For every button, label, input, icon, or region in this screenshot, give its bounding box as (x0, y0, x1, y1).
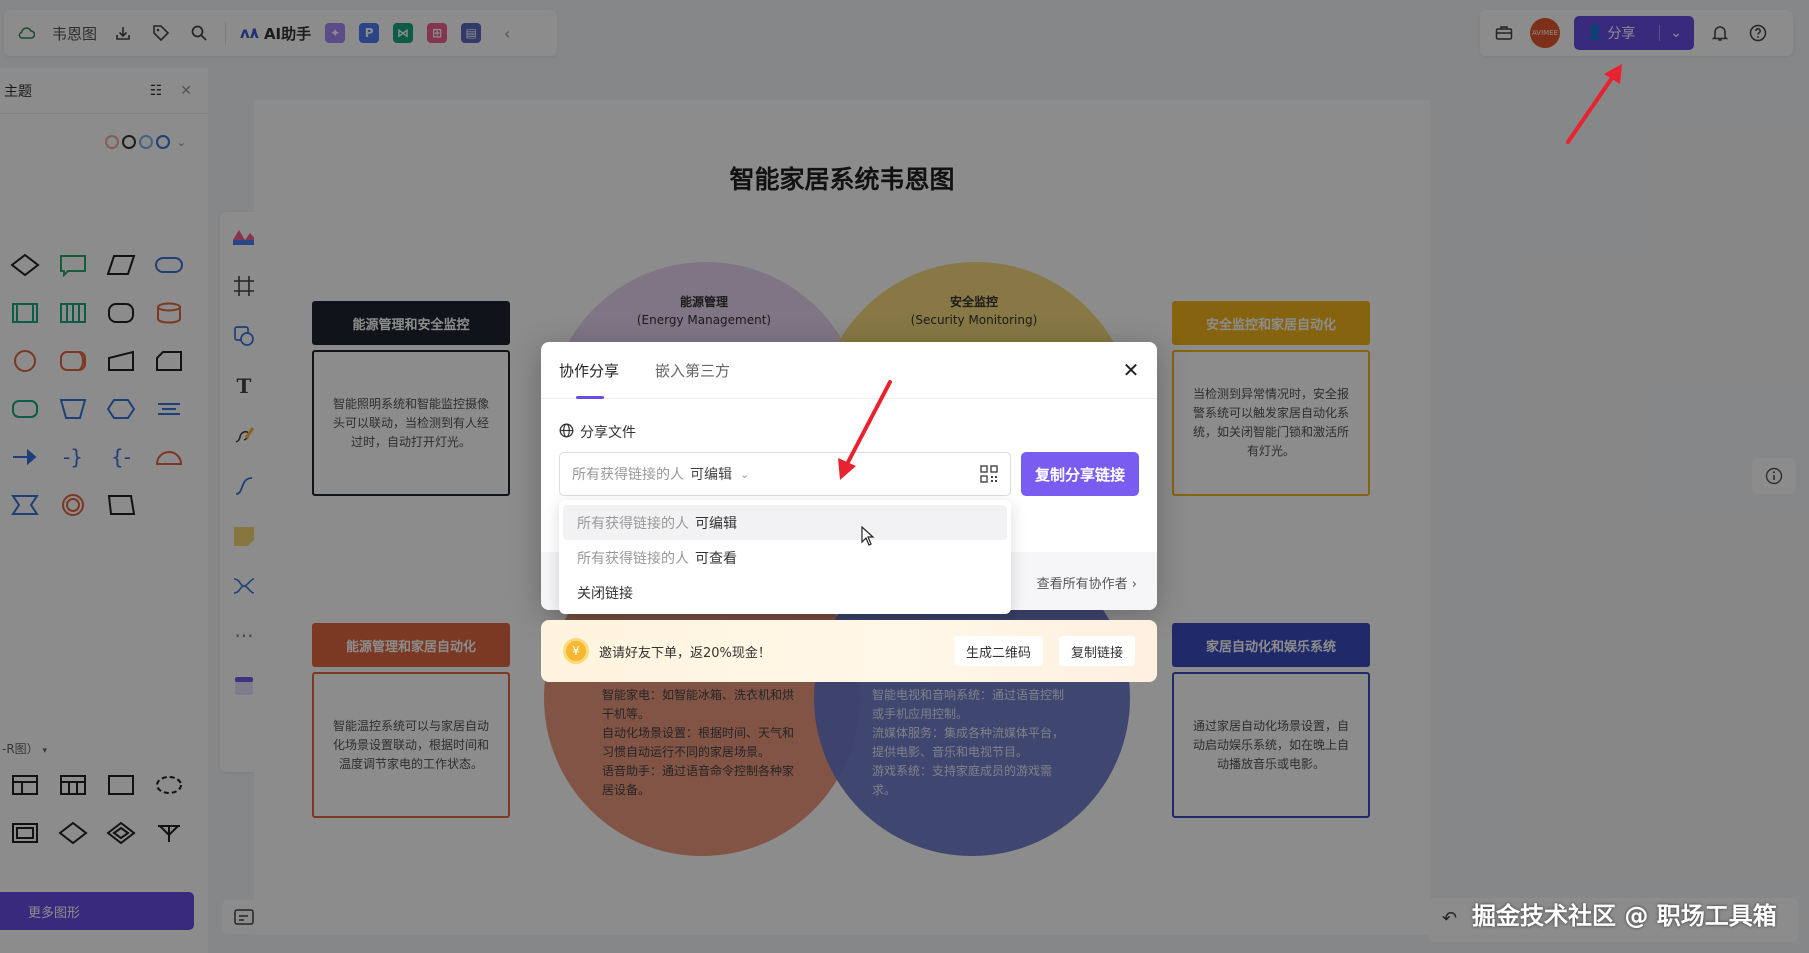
globe-icon (559, 423, 574, 442)
chevron-down-icon: ⌄ (740, 467, 750, 481)
generate-qr-button[interactable]: 生成二维码 (954, 636, 1044, 666)
invite-banner: ¥ 邀请好友下单，返20%现金！ 生成二维码 复制链接 (541, 620, 1157, 682)
option-prefix: 所有获得链接的人 (577, 550, 689, 567)
select-prefix: 所有获得链接的人 (572, 467, 684, 483)
watermark: 掘金技术社区 @ 职场工具箱 (1472, 902, 1777, 930)
close-icon[interactable]: ✕ (1119, 358, 1143, 382)
option-anyone-can-view[interactable]: 所有获得链接的人 可查看 (563, 540, 1007, 575)
chevron-right-icon: › (1131, 577, 1137, 592)
mouse-cursor-icon (861, 525, 875, 550)
select-value: 可编辑 (690, 467, 732, 483)
share-file-section: 分享文件 (559, 422, 636, 442)
view-all-collaborators-link[interactable]: 查看所有协作者 › (1037, 573, 1137, 592)
invite-text: 邀请好友下单，返20%现金！ (599, 645, 771, 661)
option-prefix: 所有获得链接的人 (577, 515, 689, 532)
qr-code-icon[interactable] (980, 465, 998, 487)
tab-collaborate-share[interactable]: 协作分享 (559, 342, 619, 399)
annotation-arrow-share (1566, 64, 1622, 144)
annotation-arrow-select (838, 380, 892, 480)
copy-link-button[interactable]: 复制链接 (1059, 636, 1136, 666)
coin-icon: ¥ (563, 638, 589, 664)
option-close-link[interactable]: 关闭链接 (563, 575, 1007, 610)
permission-dropdown: 所有获得链接的人 可编辑 所有获得链接的人 可查看 关闭链接 (559, 500, 1011, 614)
share-file-label: 分享文件 (580, 425, 636, 441)
tab-embed-third-party[interactable]: 嵌入第三方 (655, 342, 730, 399)
option-anyone-can-edit[interactable]: 所有获得链接的人 可编辑 (563, 505, 1007, 540)
option-perm: 可编辑 (695, 515, 737, 532)
view-collaborators-text: 查看所有协作者 (1036, 577, 1128, 592)
copy-share-link-button[interactable]: 复制分享链接 (1021, 452, 1139, 496)
option-perm: 可查看 (695, 550, 737, 567)
link-permission-select[interactable]: 所有获得链接的人 可编辑 ⌄ (559, 452, 1011, 496)
